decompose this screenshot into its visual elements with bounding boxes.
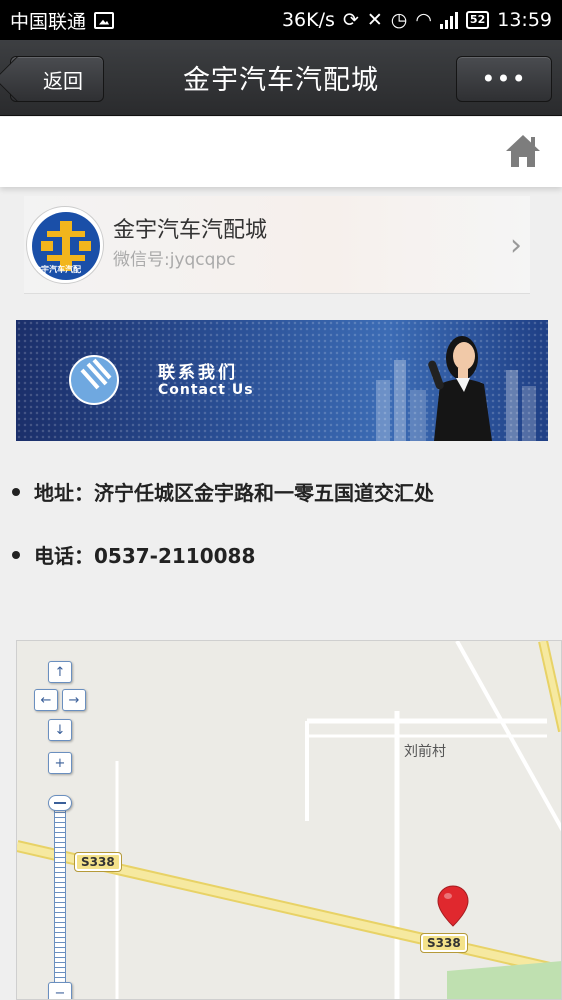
pan-up-button[interactable]: ↑ bbox=[48, 661, 72, 683]
home-bar bbox=[0, 117, 562, 187]
back-button-label: 返回 bbox=[43, 68, 83, 93]
sync-icon: ⟳ bbox=[342, 8, 359, 31]
bullet-icon bbox=[12, 550, 20, 559]
pan-left-button[interactable]: ← bbox=[34, 689, 58, 711]
road-label: S338 bbox=[74, 852, 122, 872]
carrier-label: 中国联通 bbox=[10, 10, 87, 33]
zoom-slider-track[interactable] bbox=[54, 803, 66, 999]
address-item: 地址：济宁任城区金宇路和一零五国道交汇处 bbox=[12, 477, 434, 506]
banner-subtitle: Contact Us bbox=[158, 382, 254, 398]
phone-text[interactable]: 电话：0537-2110088 bbox=[34, 540, 255, 569]
status-bar: 中国联通 36K/s ⟳ ✕ ◷ ◠ 52 13:59 bbox=[0, 0, 562, 40]
alarm-icon: ◷ bbox=[390, 8, 408, 31]
page-title: 金宇汽车汽配城 bbox=[183, 65, 379, 96]
address-text: 地址：济宁任城区金宇路和一零五国道交汇处 bbox=[34, 481, 434, 505]
bullet-icon bbox=[12, 487, 20, 496]
village-label: 刘前村 bbox=[404, 744, 446, 760]
network-speed: 36K/s bbox=[281, 9, 335, 31]
zoom-out-button[interactable]: − bbox=[48, 982, 72, 999]
signal-icon bbox=[439, 11, 458, 29]
mute-icon: ✕ bbox=[366, 8, 383, 31]
wifi-icon: ◠ bbox=[415, 8, 432, 31]
map-marker-icon[interactable] bbox=[436, 884, 470, 928]
more-button[interactable]: ••• bbox=[456, 56, 552, 102]
banner-title: 联系我们 bbox=[158, 363, 238, 383]
back-button[interactable]: 返回 bbox=[10, 56, 104, 102]
image-notification-icon bbox=[94, 11, 115, 29]
account-wechat-id: 微信号:jyqcqpc bbox=[113, 250, 236, 270]
account-avatar: 金宇汽车汽配 bbox=[26, 206, 104, 284]
pan-right-button[interactable]: → bbox=[62, 689, 86, 711]
phone-item[interactable]: 电话：0537-2110088 bbox=[12, 540, 255, 569]
zoom-in-button[interactable]: + bbox=[48, 752, 72, 774]
avatar-text: 金宇汽车汽配 bbox=[33, 265, 81, 274]
zoom-slider-handle[interactable] bbox=[48, 795, 72, 811]
location-map[interactable]: 刘前村 S338 S338 ↑ ← → ↓ + − bbox=[16, 640, 562, 1000]
contact-banner: 联系我们 Contact Us bbox=[16, 320, 548, 441]
account-name: 金宇汽车汽配城 bbox=[113, 218, 268, 243]
pan-down-button[interactable]: ↓ bbox=[48, 719, 72, 741]
home-icon[interactable] bbox=[504, 133, 542, 169]
road-label: S338 bbox=[420, 933, 468, 953]
globe-icon bbox=[69, 355, 119, 405]
operator-woman-illustration bbox=[428, 336, 492, 441]
map-roads bbox=[17, 641, 561, 999]
title-bar: 返回 金宇汽车汽配城 ••• bbox=[0, 40, 562, 116]
clock: 13:59 bbox=[497, 9, 552, 31]
account-card[interactable]: 金宇汽车汽配 金宇汽车汽配城 微信号:jyqcqpc › bbox=[24, 196, 530, 294]
chevron-right-icon: › bbox=[510, 228, 522, 263]
battery-icon: 52 bbox=[465, 11, 490, 29]
